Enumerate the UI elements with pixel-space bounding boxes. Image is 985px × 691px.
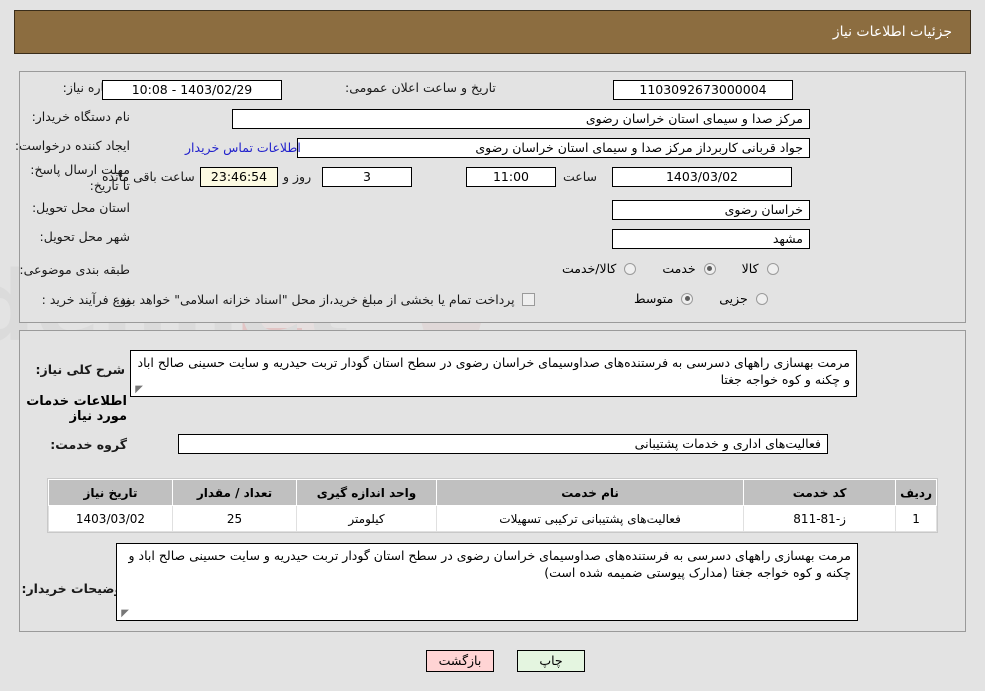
cell-name: فعالیت‌های پشتیبانی ترکیبی تسهیلات [435, 505, 745, 532]
buyer-org-label-row: نام دستگاه خریدار: [32, 109, 130, 124]
page-title: جزئیات اطلاعات نیاز [832, 24, 952, 40]
col-unit: واحد اندازه گیری [296, 479, 437, 506]
need-number-field[interactable]: 1103092673000004 [613, 80, 793, 100]
treasury-checkbox-icon[interactable] [521, 293, 535, 306]
category-label: طبقه بندی موضوعی: [19, 262, 130, 277]
delivery-province-field[interactable]: خراسان رضوی [612, 200, 810, 220]
col-date: تاریخ نیاز [48, 479, 173, 506]
radio-kala-khedmat-icon[interactable] [624, 262, 637, 275]
requester-field[interactable]: جواد قربانی کاربرداز مرکز صدا و سیمای اس… [297, 138, 810, 158]
services-section-heading: اطلاعات خدمات مورد نیاز [26, 394, 127, 424]
category-label-row: طبقه بندی موضوعی: [19, 262, 130, 277]
cell-quantity: 25 [172, 505, 297, 532]
page-root: AriaTender.net جزئیات اطلاعات نیاز شماره… [0, 0, 985, 691]
services-table: ردیف کد خدمت نام خدمت واحد اندازه گیری ت… [48, 479, 937, 532]
category-option-kala[interactable]: کالا [742, 261, 783, 276]
remaining-days-field[interactable]: 3 [322, 167, 412, 187]
announce-date-field[interactable]: 1403/02/29 - 10:08 [102, 80, 282, 100]
buyer-contact-link[interactable]: اطلاعات تماس خریدار [185, 140, 301, 155]
resize-grip-icon-notes[interactable]: ◤ [119, 609, 129, 619]
page-header: جزئیات اطلاعات نیاز [14, 10, 971, 54]
service-group-field[interactable]: فعالیت‌های اداری و خدمات پشتیبانی [178, 434, 828, 454]
treasury-checkbox-label: پرداخت تمام یا بخشی از مبلغ خرید،از محل … [116, 292, 515, 307]
requester-label: ایجاد کننده درخواست: [14, 138, 130, 153]
process-option-jozi-label: جزیی [719, 291, 748, 306]
delivery-city-label: شهر محل تحویل: [39, 229, 130, 244]
announce-date-label: تاریخ و ساعت اعلان عمومی: [345, 80, 496, 95]
buyer-notes-textarea[interactable]: مرمت بهسازی راههای دسرسی به فرستنده‌های … [116, 543, 858, 621]
back-button[interactable]: بازگشت [426, 650, 494, 672]
process-radio-group: جزیی متوسط [612, 291, 772, 306]
col-quantity: تعداد / مقدار [172, 479, 297, 506]
table-row: 1 ز-81-811 فعالیت‌های پشتیبانی ترکیبی تس… [48, 505, 937, 532]
cell-code: ز-81-811 [743, 505, 897, 532]
delivery-province-label: استان محل تحویل: [31, 200, 130, 215]
need-description-textarea[interactable]: مرمت بهسازی راههای دسرسی به فرستنده‌های … [130, 350, 857, 397]
buyer-org-label: نام دستگاه خریدار: [31, 109, 130, 124]
category-option-khedmat[interactable]: خدمت [662, 261, 719, 276]
province-label-row: استان محل تحویل: [32, 200, 130, 215]
col-code: کد خدمت [743, 479, 897, 506]
days-label: روز و [283, 169, 312, 184]
category-option-kala-label: کالا [741, 261, 759, 276]
cell-unit: کیلومتر [296, 505, 437, 532]
cell-index: 1 [895, 505, 937, 532]
announce-label-row: تاریخ و ساعت اعلان عمومی: [345, 80, 496, 95]
radio-khedmat-icon[interactable] [703, 262, 716, 275]
services-table-wrapper: ردیف کد خدمت نام خدمت واحد اندازه گیری ت… [47, 478, 938, 533]
delivery-city-field[interactable]: مشهد [612, 229, 810, 249]
resize-grip-icon[interactable]: ◤ [133, 385, 143, 395]
process-option-motavaset[interactable]: متوسط [634, 291, 697, 306]
need-description-text: مرمت بهسازی راههای دسرسی به فرستنده‌های … [137, 355, 850, 387]
deadline-date-field[interactable]: 1403/03/02 [612, 167, 792, 187]
city-label-row: شهر محل تحویل: [40, 229, 130, 244]
process-option-jozi[interactable]: جزیی [719, 291, 772, 306]
table-header-row: ردیف کد خدمت نام خدمت واحد اندازه گیری ت… [48, 479, 937, 506]
cell-date: 1403/03/02 [48, 505, 173, 532]
radio-kala-icon[interactable] [766, 262, 779, 275]
remaining-time-label: ساعت باقی مانده [102, 169, 195, 184]
remaining-time-field: 23:46:54 [200, 167, 278, 187]
category-option-kala-khedmat[interactable]: کالا/خدمت [562, 261, 640, 276]
category-option-khedmat-label: خدمت [662, 261, 696, 276]
print-button[interactable]: چاپ [517, 650, 585, 672]
buyer-notes-label: توضیحات خریدار: [21, 581, 127, 596]
radio-jozi-icon[interactable] [755, 292, 768, 305]
service-group-label: گروه خدمت: [50, 437, 127, 452]
buyer-notes-text: مرمت بهسازی راههای دسرسی به فرستنده‌های … [128, 548, 851, 580]
category-radio-group: کالا خدمت کالا/خدمت [540, 261, 783, 276]
col-name: نام خدمت [435, 479, 745, 506]
category-option-kala-khedmat-label: کالا/خدمت [562, 261, 617, 276]
deadline-hour-field[interactable]: 11:00 [466, 167, 556, 187]
requester-label-row: ایجاد کننده درخواست: [15, 138, 130, 153]
buyer-org-field[interactable]: مرکز صدا و سیمای استان خراسان رضوی [232, 109, 810, 129]
process-option-motavaset-label: متوسط [634, 291, 674, 306]
hour-label: ساعت [563, 169, 598, 184]
treasury-checkbox-row[interactable]: پرداخت تمام یا بخشی از مبلغ خرید،از محل … [116, 292, 535, 307]
col-index: ردیف [895, 479, 937, 506]
need-description-label: شرح کلی نیاز: [35, 362, 125, 377]
radio-motavaset-icon[interactable] [681, 292, 694, 305]
